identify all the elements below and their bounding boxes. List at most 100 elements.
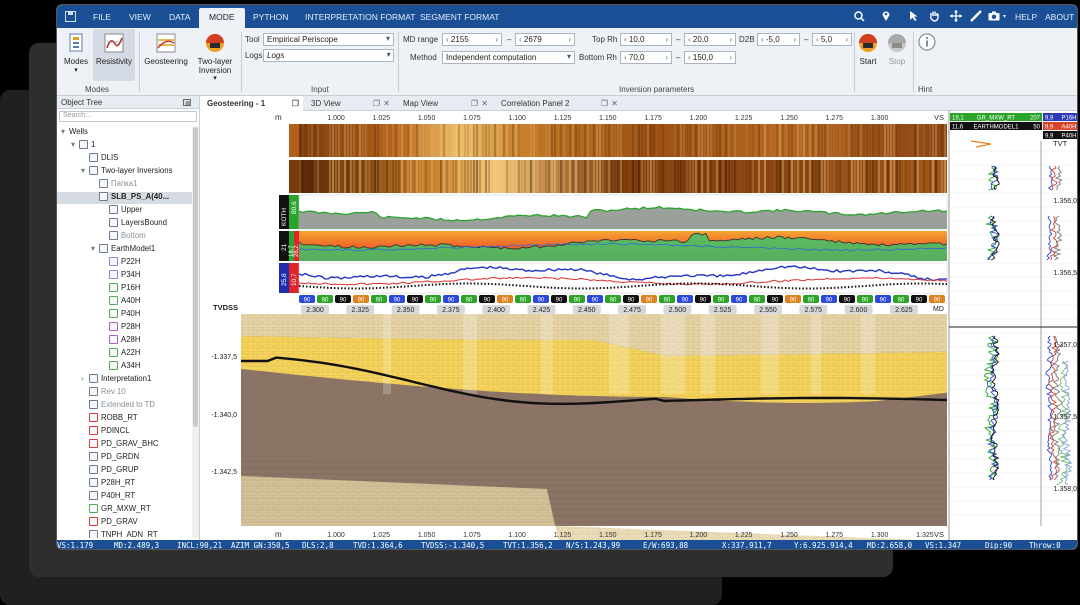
ruler-icon[interactable] bbox=[970, 10, 982, 22]
hand-icon[interactable] bbox=[929, 10, 940, 22]
tree-item[interactable]: Bottom bbox=[101, 231, 146, 243]
search-icon[interactable] bbox=[854, 11, 865, 22]
tab-geosteering[interactable]: Geosteering - 1 ❐ bbox=[201, 96, 303, 111]
md-tick-label: 2.450 bbox=[578, 307, 596, 314]
stop-button[interactable]: Stop bbox=[885, 32, 909, 66]
logs-select[interactable]: Logs bbox=[263, 49, 394, 62]
object-tree-search-input[interactable]: Search... bbox=[59, 111, 197, 122]
tree-item[interactable]: PD_GRUP bbox=[81, 465, 139, 477]
tree-item[interactable]: PDINCL bbox=[81, 426, 130, 438]
tree-item[interactable]: Extended to TD bbox=[81, 400, 155, 412]
tree-item[interactable]: GR_MXW_RT bbox=[81, 504, 151, 516]
tree-item[interactable]: A40H bbox=[101, 296, 141, 308]
tree-item[interactable]: ▾ Two-layer Inversions bbox=[81, 166, 173, 178]
undock-icon[interactable]: ❐ bbox=[601, 99, 608, 108]
tab-correlation-panel[interactable]: Correlation Panel 2 ❐ ✕ bbox=[495, 96, 621, 111]
camera-dropdown-icon[interactable]: ▾ bbox=[1003, 13, 1006, 20]
image-stripe bbox=[458, 160, 460, 193]
tree-item[interactable]: DLIS bbox=[81, 153, 118, 165]
tree-item[interactable]: P28H_RT bbox=[81, 478, 135, 490]
close-icon[interactable]: ✕ bbox=[611, 99, 618, 108]
image-stripe bbox=[389, 160, 391, 193]
tree-item[interactable]: TNPH_ADN_RT bbox=[81, 530, 158, 538]
tree-item[interactable]: › Interpretation1 bbox=[81, 374, 151, 386]
expand-chevron-icon[interactable]: ▾ bbox=[71, 140, 79, 149]
close-icon[interactable]: ✕ bbox=[383, 99, 390, 108]
undock-icon[interactable]: ❐ bbox=[373, 99, 380, 108]
image-stripe bbox=[359, 124, 361, 157]
menu-help[interactable]: HELP bbox=[1015, 12, 1037, 22]
menu-data[interactable]: DATA bbox=[169, 12, 190, 22]
bottom-rh-from-input[interactable]: ‹ 70,0 › bbox=[620, 51, 672, 64]
d2b-from-input[interactable]: ‹ -5,0 › bbox=[757, 33, 800, 46]
section-band bbox=[701, 314, 715, 394]
location-pin-icon[interactable] bbox=[881, 10, 891, 22]
tree-item[interactable]: PD_GRAV bbox=[81, 517, 138, 529]
tree-item[interactable]: LayersBound bbox=[101, 218, 167, 230]
expand-chevron-icon[interactable]: ▾ bbox=[91, 244, 99, 253]
pointer-icon[interactable] bbox=[909, 10, 919, 22]
menu-view[interactable]: VIEW bbox=[129, 12, 151, 22]
tree-item[interactable]: P28H bbox=[101, 322, 141, 334]
top-rh-to-input[interactable]: ‹ 20,0 › bbox=[684, 33, 736, 46]
tree-item[interactable]: P22H bbox=[101, 257, 141, 269]
tree-item[interactable]: Rev 10 bbox=[81, 387, 126, 399]
tree-item[interactable]: Папка1 bbox=[91, 179, 137, 191]
start-button[interactable]: Start bbox=[857, 32, 879, 66]
undock-icon[interactable] bbox=[183, 99, 191, 106]
image-stripe bbox=[491, 160, 493, 193]
undock-icon[interactable]: ❐ bbox=[471, 99, 478, 108]
menu-python[interactable]: PYTHON bbox=[253, 12, 288, 22]
tree-item[interactable]: ▾ 1 bbox=[71, 140, 95, 152]
tree-item[interactable]: ▾ Wells bbox=[61, 127, 88, 139]
expand-chevron-icon[interactable]: ▾ bbox=[81, 166, 89, 175]
tree-item[interactable]: P40H bbox=[101, 309, 141, 321]
tree-item[interactable]: Upper bbox=[101, 205, 142, 217]
geosteering-button[interactable]: Geosteering bbox=[143, 32, 189, 66]
x-tick-label: 1.000 bbox=[327, 115, 345, 122]
modes-button[interactable]: Modes ▾ bbox=[61, 32, 91, 74]
scrollbar-thumb[interactable] bbox=[193, 127, 198, 427]
tab-3d-view[interactable]: 3D View ❐ ✕ bbox=[305, 96, 393, 111]
tree-item[interactable]: ▾ EarthModel1 bbox=[91, 244, 155, 256]
tree-item[interactable]: A34H bbox=[101, 361, 141, 373]
bottom-rh-from-value: 70,0 bbox=[628, 53, 645, 62]
menu-interpretation-format[interactable]: INTERPRETATION FORMAT bbox=[305, 12, 416, 22]
image-stripe bbox=[818, 160, 820, 193]
tab-map-view[interactable]: Map View ❐ ✕ bbox=[397, 96, 491, 111]
bottom-rh-to-input[interactable]: ‹ 150,0 › bbox=[684, 51, 736, 64]
x-tick-label: 1.175 bbox=[644, 532, 662, 539]
tree-item[interactable]: P34H bbox=[101, 270, 141, 282]
tree-item[interactable]: A22H bbox=[101, 348, 141, 360]
move-icon[interactable] bbox=[950, 10, 962, 22]
close-icon[interactable]: ✕ bbox=[481, 99, 488, 108]
method-select[interactable]: Independent computation bbox=[442, 51, 575, 64]
expand-chevron-icon[interactable]: ▾ bbox=[61, 127, 69, 136]
d2b-to-input[interactable]: ‹ 5,0 › bbox=[812, 33, 852, 46]
tool-select[interactable]: Empirical Periscope bbox=[263, 33, 394, 46]
hint-icon[interactable] bbox=[918, 33, 936, 51]
image-stripe bbox=[677, 160, 679, 193]
save-icon[interactable] bbox=[65, 11, 76, 22]
object-tree-scrollbar[interactable] bbox=[192, 127, 199, 538]
tree-item[interactable]: A28H bbox=[101, 335, 141, 347]
geosteering-canvas[interactable]: m 1.000 1.025 1.050 1.075 1.100 1.125 1.150 1.1… bbox=[201, 111, 1078, 541]
tree-item[interactable]: PD_GRAV_BHC bbox=[81, 439, 158, 451]
tree-item[interactable]: P40H_RT bbox=[81, 491, 135, 503]
tree-item[interactable]: SLB_PS_A(40... bbox=[57, 192, 192, 204]
two-layer-inversion-button[interactable]: Two-layer Inversion ▾ bbox=[193, 32, 237, 82]
resistivity-button[interactable]: Resistivity bbox=[93, 29, 135, 81]
menu-segment-format[interactable]: SEGMENT FORMAT bbox=[420, 12, 500, 22]
menu-about[interactable]: ABOUT bbox=[1045, 12, 1074, 22]
md-to-input[interactable]: ‹ 2679 › bbox=[515, 33, 575, 46]
top-rh-from-input[interactable]: ‹ 10,0 › bbox=[620, 33, 672, 46]
md-from-input[interactable]: ‹ 2155 › bbox=[442, 33, 502, 46]
tree-item[interactable]: PD_GRDN bbox=[81, 452, 139, 464]
expand-chevron-icon[interactable]: › bbox=[81, 374, 89, 383]
menu-mode[interactable]: MODE bbox=[199, 8, 245, 28]
tree-item[interactable]: ROBB_RT bbox=[81, 413, 138, 425]
undock-icon[interactable]: ❐ bbox=[292, 99, 299, 108]
menu-file[interactable]: FILE bbox=[93, 12, 111, 22]
camera-icon[interactable] bbox=[988, 11, 1000, 21]
tree-item[interactable]: P16H bbox=[101, 283, 141, 295]
